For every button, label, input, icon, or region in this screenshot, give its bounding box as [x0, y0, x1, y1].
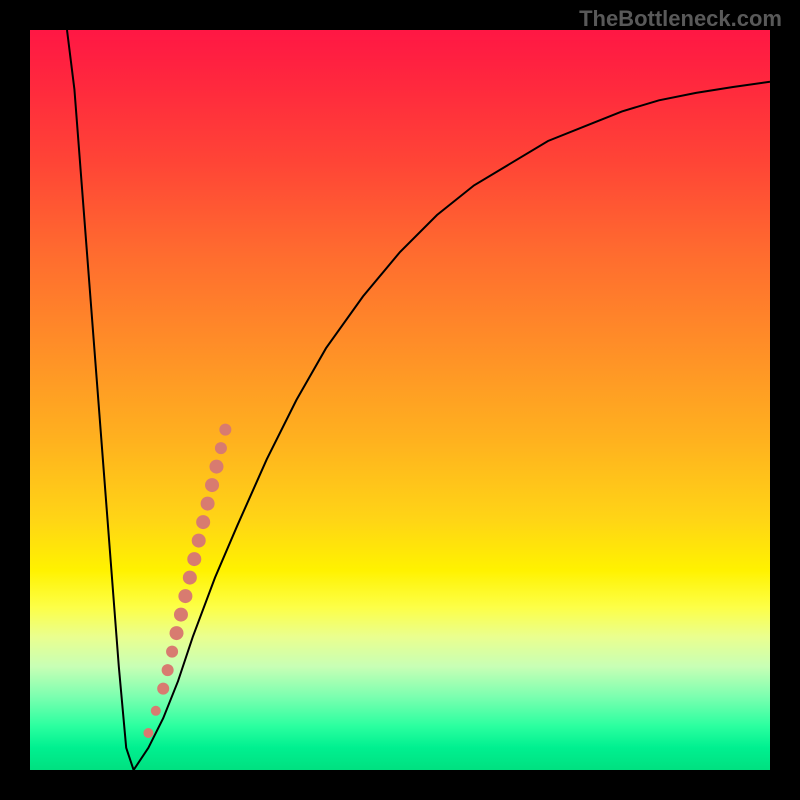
highlight-dot [178, 589, 192, 603]
highlight-dot [157, 683, 169, 695]
highlight-dot [183, 571, 197, 585]
highlight-dot [205, 478, 219, 492]
highlight-dot [143, 728, 153, 738]
highlight-dot [166, 646, 178, 658]
highlight-dot [151, 706, 161, 716]
highlight-dot [196, 515, 210, 529]
highlight-dot [162, 664, 174, 676]
highlight-dot [201, 497, 215, 511]
chart-frame: TheBottleneck.com [0, 0, 800, 800]
highlight-dots [143, 424, 231, 738]
highlight-dot [187, 552, 201, 566]
highlight-dot [215, 442, 227, 454]
curve-svg [30, 30, 770, 770]
highlight-dot [219, 424, 231, 436]
highlight-dot [192, 534, 206, 548]
bottleneck-curve [67, 30, 770, 770]
highlight-dot [174, 608, 188, 622]
plot-area [30, 30, 770, 770]
highlight-dot [209, 460, 223, 474]
watermark-text: TheBottleneck.com [579, 6, 782, 32]
highlight-dot [170, 626, 184, 640]
